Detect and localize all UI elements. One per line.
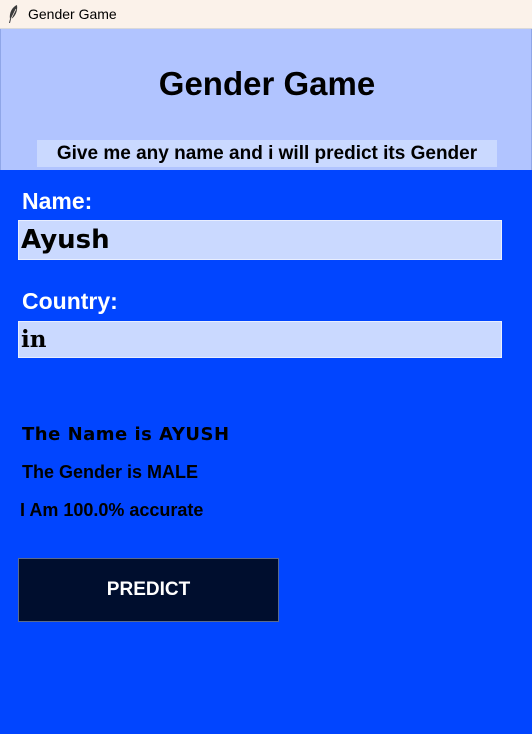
result-name-text: The Name is AYUSH bbox=[22, 424, 230, 445]
page-title: Gender Game bbox=[158, 65, 376, 102]
title-bar[interactable]: Gender Game bbox=[0, 0, 532, 29]
window-title: Gender Game bbox=[28, 6, 117, 22]
subtitle-label: Give me any name and i will predict its … bbox=[37, 140, 497, 167]
country-input[interactable] bbox=[18, 321, 502, 358]
predict-button-label: PREDICT bbox=[106, 579, 191, 600]
header-panel: Gender Game Give me any name and i will … bbox=[0, 29, 532, 170]
app-window: Gender Game Gender Game Give me any name… bbox=[0, 0, 532, 734]
name-label: Name: bbox=[22, 188, 93, 214]
feather-icon bbox=[9, 5, 18, 23]
country-label: Country: bbox=[22, 288, 118, 314]
result-gender-text: The Gender is MALE bbox=[22, 462, 199, 482]
result-accuracy-text: I Am 100.0% accurate bbox=[20, 500, 204, 520]
predict-button[interactable]: PREDICT bbox=[18, 558, 279, 622]
name-input[interactable] bbox=[18, 220, 502, 260]
